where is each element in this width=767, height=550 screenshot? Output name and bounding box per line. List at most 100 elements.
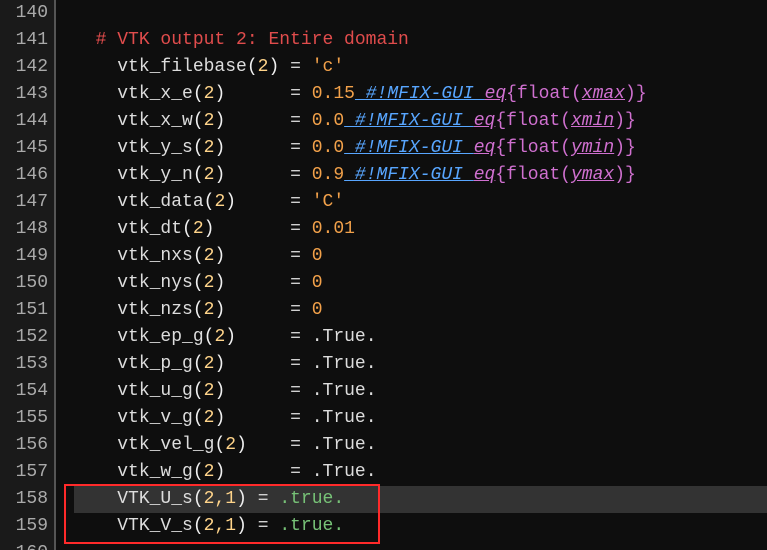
op-eq: = xyxy=(290,192,301,212)
line-number: 155 xyxy=(0,405,48,432)
paren: ) xyxy=(236,516,247,536)
eq-expr: eq xyxy=(474,165,496,185)
paren: ( xyxy=(193,138,204,158)
paren: ( xyxy=(193,165,204,185)
paren: ( xyxy=(193,489,204,509)
eq-var: ymin xyxy=(571,138,614,158)
code-line[interactable]: vtk_nxs(2) = 0 xyxy=(74,243,767,270)
identifier: vtk_vel_g xyxy=(117,435,214,455)
code-line[interactable]: vtk_w_g(2) = .True. xyxy=(74,459,767,486)
code-line[interactable]: VTK_V_s(2,1) = .true. xyxy=(74,513,767,540)
line-number: 154 xyxy=(0,378,48,405)
code-line[interactable] xyxy=(74,0,767,27)
paren: ) xyxy=(236,435,247,455)
code-line[interactable]: vtk_u_g(2) = .True. xyxy=(74,378,767,405)
eq-brace: )} xyxy=(625,84,647,104)
arg: 2 xyxy=(204,408,215,428)
num-value: 0.15 xyxy=(312,84,355,104)
identifier: vtk_y_n xyxy=(117,165,193,185)
bool-value: .true. xyxy=(279,516,344,536)
code-line[interactable]: vtk_ep_g(2) = .True. xyxy=(74,324,767,351)
code-line-highlighted[interactable]: VTK_U_s(2,1) = .true. xyxy=(74,486,767,513)
code-line[interactable]: vtk_y_s(2) = 0.0 #!MFIX-GUI eq{float(ymi… xyxy=(74,135,767,162)
arg: 2 xyxy=(225,435,236,455)
mfix-tag: #!MFIX-GUI xyxy=(344,111,474,131)
eq-brace: {float( xyxy=(495,165,571,185)
num-value: 0.0 xyxy=(312,111,344,131)
line-number: 142 xyxy=(0,54,48,81)
bool-value: .true. xyxy=(279,489,344,509)
op-eq: = xyxy=(290,138,301,158)
code-line[interactable]: vtk_y_n(2) = 0.9 #!MFIX-GUI eq{float(yma… xyxy=(74,162,767,189)
arg: 2 xyxy=(204,381,215,401)
identifier: vtk_ep_g xyxy=(117,327,203,347)
line-number: 144 xyxy=(0,108,48,135)
code-line[interactable]: # VTK output 2: Entire domain xyxy=(74,27,767,54)
paren: ( xyxy=(193,273,204,293)
arg: 2 xyxy=(214,192,225,212)
identifier: vtk_y_s xyxy=(117,138,193,158)
paren: ( xyxy=(193,381,204,401)
op-eq: = xyxy=(290,354,301,374)
line-number: 145 xyxy=(0,135,48,162)
op-eq: = xyxy=(290,462,301,482)
eq-var: xmax xyxy=(582,84,625,104)
code-line[interactable]: vtk_dt(2) = 0.01 xyxy=(74,216,767,243)
eq-expr: eq xyxy=(474,138,496,158)
paren: ) xyxy=(204,219,215,239)
op-eq: = xyxy=(290,84,301,104)
bool-value: .True. xyxy=(312,354,377,374)
paren: ) xyxy=(214,111,225,131)
op-eq: = xyxy=(290,165,301,185)
paren: ( xyxy=(193,516,204,536)
code-line[interactable]: vtk_filebase(2) = 'c' xyxy=(74,54,767,81)
num-value: 0 xyxy=(312,273,323,293)
line-number: 147 xyxy=(0,189,48,216)
paren: ) xyxy=(225,327,236,347)
code-area[interactable]: # VTK output 2: Entire domain vtk_fileba… xyxy=(56,0,767,550)
line-number: 140 xyxy=(0,0,48,27)
paren: ( xyxy=(193,111,204,131)
code-line[interactable] xyxy=(74,540,767,550)
eq-brace: {float( xyxy=(495,111,571,131)
line-number: 151 xyxy=(0,297,48,324)
code-line[interactable]: vtk_v_g(2) = .True. xyxy=(74,405,767,432)
arg: 2 xyxy=(204,300,215,320)
line-number: 148 xyxy=(0,216,48,243)
string-value: 'C' xyxy=(312,192,344,212)
arg: 2 xyxy=(204,273,215,293)
line-number-gutter: 1401411421431441451461471481491501511521… xyxy=(0,0,56,550)
identifier: vtk_nzs xyxy=(117,300,193,320)
identifier: vtk_filebase xyxy=(117,57,247,77)
arg: 2,1 xyxy=(204,489,236,509)
paren: ) xyxy=(214,462,225,482)
eq-brace: {float( xyxy=(495,138,571,158)
line-number: 153 xyxy=(0,351,48,378)
op-eq: = xyxy=(290,219,301,239)
line-number: 149 xyxy=(0,243,48,270)
paren: ) xyxy=(214,300,225,320)
code-line[interactable]: vtk_nzs(2) = 0 xyxy=(74,297,767,324)
line-number: 152 xyxy=(0,324,48,351)
bool-value: .True. xyxy=(312,381,377,401)
identifier: vtk_u_g xyxy=(117,381,193,401)
code-line[interactable]: vtk_x_w(2) = 0.0 #!MFIX-GUI eq{float(xmi… xyxy=(74,108,767,135)
code-line[interactable]: vtk_p_g(2) = .True. xyxy=(74,351,767,378)
paren: ( xyxy=(214,435,225,455)
code-line[interactable]: vtk_nys(2) = 0 xyxy=(74,270,767,297)
line-number: 150 xyxy=(0,270,48,297)
paren: ) xyxy=(214,381,225,401)
code-line[interactable]: vtk_vel_g(2) = .True. xyxy=(74,432,767,459)
identifier: vtk_p_g xyxy=(117,354,193,374)
op-eq: = xyxy=(258,489,269,509)
paren: ) xyxy=(214,246,225,266)
code-line[interactable]: vtk_x_e(2) = 0.15 #!MFIX-GUI eq{float(xm… xyxy=(74,81,767,108)
arg: 2 xyxy=(204,111,215,131)
paren: ( xyxy=(247,57,258,77)
code-line[interactable]: vtk_data(2) = 'C' xyxy=(74,189,767,216)
line-number: 159 xyxy=(0,513,48,540)
arg: 2 xyxy=(204,138,215,158)
mfix-tag: #!MFIX-GUI xyxy=(355,84,485,104)
line-number: 158 xyxy=(0,486,48,513)
op-eq: = xyxy=(290,273,301,293)
